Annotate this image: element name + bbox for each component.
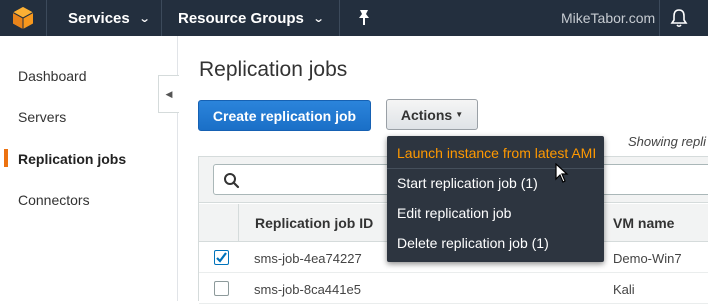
menu-item-delete-replication[interactable]: Delete replication job (1) xyxy=(397,235,549,251)
job-id-cell: sms-job-4ea74227 xyxy=(254,251,362,266)
menu-divider xyxy=(387,168,604,169)
resource-groups-label: Resource Groups xyxy=(178,9,304,27)
actions-button[interactable]: Actions ▼ xyxy=(386,99,478,130)
active-indicator xyxy=(4,149,8,167)
nav-divider xyxy=(161,0,162,36)
column-header-job-id[interactable]: Replication job ID xyxy=(255,204,373,242)
sidebar-item-dashboard[interactable]: Dashboard xyxy=(18,68,87,84)
checkmark-icon xyxy=(216,252,227,263)
menu-item-start-replication[interactable]: Start replication job (1) xyxy=(397,175,538,191)
mouse-cursor-icon xyxy=(555,162,569,188)
pin-icon xyxy=(359,10,369,25)
bell-icon xyxy=(670,9,688,28)
nav-divider xyxy=(659,0,660,36)
chevron-left-icon: ◀ xyxy=(165,88,173,99)
pagination-summary: Showing repli xyxy=(628,134,707,149)
vm-name-cell: Demo-Win7 xyxy=(613,251,682,266)
notifications-button[interactable] xyxy=(670,8,688,33)
actions-label: Actions xyxy=(400,106,453,123)
table-row[interactable]: sms-job-8ca441e5 Kali xyxy=(199,274,708,304)
nav-divider xyxy=(46,0,47,36)
aws-logo[interactable] xyxy=(0,0,46,36)
top-navigation-bar: Services ⌄ Resource Groups ⌄ MikeTabor.c… xyxy=(0,0,708,36)
menu-item-edit-replication[interactable]: Edit replication job xyxy=(397,205,511,221)
column-divider xyxy=(238,204,239,242)
chevron-down-icon: ⌄ xyxy=(138,12,151,25)
resource-groups-menu[interactable]: Resource Groups ⌄ xyxy=(178,0,325,36)
row-checkbox[interactable] xyxy=(214,281,229,296)
menu-item-launch-instance[interactable]: Launch instance from latest AMI xyxy=(397,145,596,161)
create-replication-job-button[interactable]: Create replication job xyxy=(198,100,371,131)
aws-logo-icon xyxy=(12,7,34,29)
sidebar: Dashboard Servers Replication jobs Conne… xyxy=(0,36,178,301)
column-header-vm-name[interactable]: VM name xyxy=(613,204,674,242)
chevron-down-icon: ⌄ xyxy=(312,12,325,25)
sidebar-item-replication-jobs[interactable]: Replication jobs xyxy=(18,151,126,167)
row-checkbox[interactable] xyxy=(214,250,229,265)
search-icon xyxy=(224,173,240,189)
actions-dropdown-menu: Launch instance from latest AMI Start re… xyxy=(387,136,604,262)
services-menu[interactable]: Services ⌄ xyxy=(68,0,151,36)
vm-name-cell: Kali xyxy=(613,282,635,297)
sidebar-item-servers[interactable]: Servers xyxy=(18,109,66,125)
collapse-sidebar-button[interactable]: ◀ xyxy=(158,75,179,113)
caret-down-icon: ▼ xyxy=(455,110,464,119)
services-label: Services xyxy=(68,9,130,27)
pin-button[interactable] xyxy=(356,9,372,27)
nav-divider xyxy=(339,0,340,36)
account-name[interactable]: MikeTabor.com xyxy=(561,0,655,36)
job-id-cell: sms-job-8ca441e5 xyxy=(254,282,361,297)
sidebar-item-connectors[interactable]: Connectors xyxy=(18,192,90,208)
page-title: Replication jobs xyxy=(199,58,348,81)
